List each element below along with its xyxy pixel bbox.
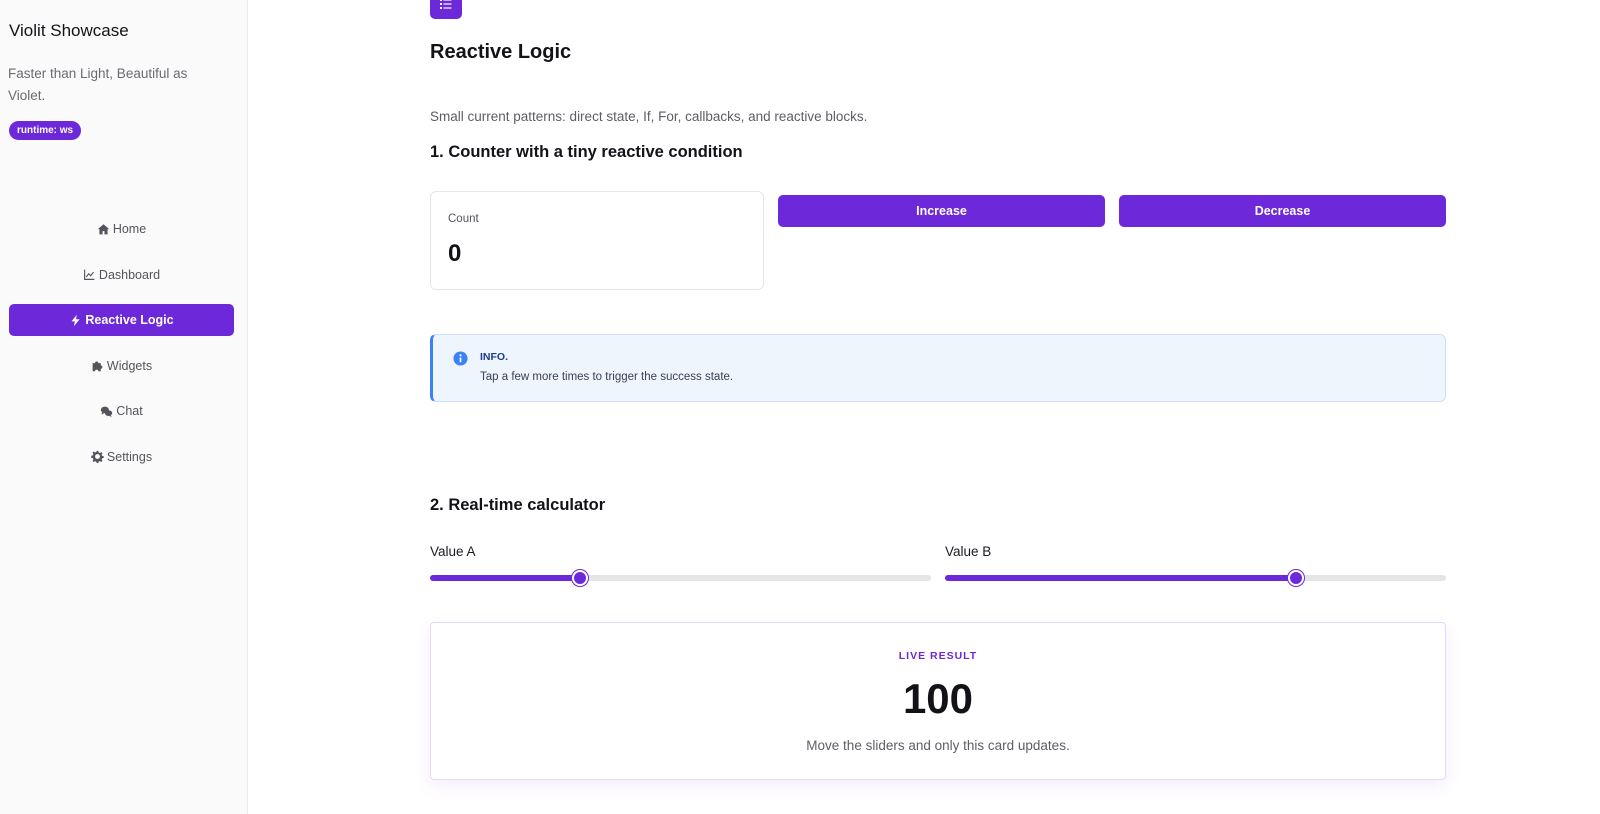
sidebar-item-label: Settings bbox=[106, 449, 153, 464]
info-alert: INFO. Tap a few more times to trigger th… bbox=[430, 334, 1446, 402]
sidebar-item-widgets[interactable]: Widgets bbox=[9, 350, 234, 382]
sidebar-item-home[interactable]: Home bbox=[9, 213, 234, 245]
sidebar-item-chat[interactable]: Chat bbox=[9, 395, 234, 427]
list-icon bbox=[430, 0, 462, 19]
increase-button[interactable]: Increase bbox=[778, 195, 1105, 227]
slider-b-label: Value B bbox=[945, 544, 992, 559]
slider-a-fill bbox=[430, 575, 581, 581]
sidebar: Violit Showcase Faster than Light, Beaut… bbox=[0, 0, 248, 814]
slider-b-thumb[interactable] bbox=[1287, 570, 1304, 586]
info-circle-icon bbox=[453, 351, 468, 366]
puzzle-icon bbox=[91, 359, 104, 372]
decrease-button[interactable]: Decrease bbox=[1119, 195, 1446, 227]
bolt-icon bbox=[69, 314, 82, 327]
count-value: 0 bbox=[448, 240, 462, 267]
chart-line-icon bbox=[83, 268, 96, 281]
result-value: 100 bbox=[902, 675, 974, 722]
sidebar-item-label: Widgets bbox=[106, 358, 153, 373]
sidebar-item-label: Dashboard bbox=[98, 267, 161, 282]
app-tagline: Faster than Light, Beautiful as Violet. bbox=[8, 66, 188, 103]
result-caption: Move the sliders and only this card upda… bbox=[806, 738, 1070, 753]
sidebar-item-reactive-logic[interactable]: Reactive Logic bbox=[9, 304, 234, 336]
slider-a-label: Value A bbox=[430, 544, 476, 559]
alert-text: Tap a few more times to trigger the succ… bbox=[480, 371, 734, 383]
slider-b[interactable] bbox=[945, 570, 1446, 586]
alert-title: INFO. bbox=[480, 351, 508, 363]
calculator-section-title: 2. Real-time calculator bbox=[430, 496, 606, 514]
sidebar-item-settings[interactable]: Settings bbox=[9, 441, 234, 473]
sidebar-nav: Home Dashboard Reactive Logic Widgets Ch… bbox=[9, 213, 234, 486]
counter-section-title: 1. Counter with a tiny reactive conditio… bbox=[430, 143, 743, 161]
count-card: Count 0 bbox=[430, 191, 764, 290]
slider-a[interactable] bbox=[430, 570, 931, 586]
sidebar-item-dashboard[interactable]: Dashboard bbox=[9, 259, 234, 291]
home-icon bbox=[97, 223, 110, 236]
main-content: Reactive Logic Small current patterns: d… bbox=[430, 0, 1446, 814]
runtime-badge: runtime: ws bbox=[9, 121, 82, 140]
sidebar-item-label: Reactive Logic bbox=[85, 313, 174, 327]
app-title: Violit Showcase bbox=[9, 21, 129, 40]
gear-icon bbox=[91, 450, 104, 463]
sidebar-item-label: Home bbox=[112, 222, 147, 236]
page-title: Reactive Logic bbox=[430, 41, 572, 63]
chat-bubbles-icon bbox=[100, 405, 113, 418]
slider-a-thumb[interactable] bbox=[572, 570, 589, 586]
page-description: Small current patterns: direct state, If… bbox=[430, 109, 868, 124]
count-label: Count bbox=[448, 213, 479, 225]
slider-b-fill bbox=[945, 575, 1296, 581]
sidebar-item-label: Chat bbox=[116, 404, 143, 418]
result-label: LIVE RESULT bbox=[898, 650, 978, 662]
live-result-card: LIVE RESULT 100 Move the sliders and onl… bbox=[430, 622, 1446, 780]
